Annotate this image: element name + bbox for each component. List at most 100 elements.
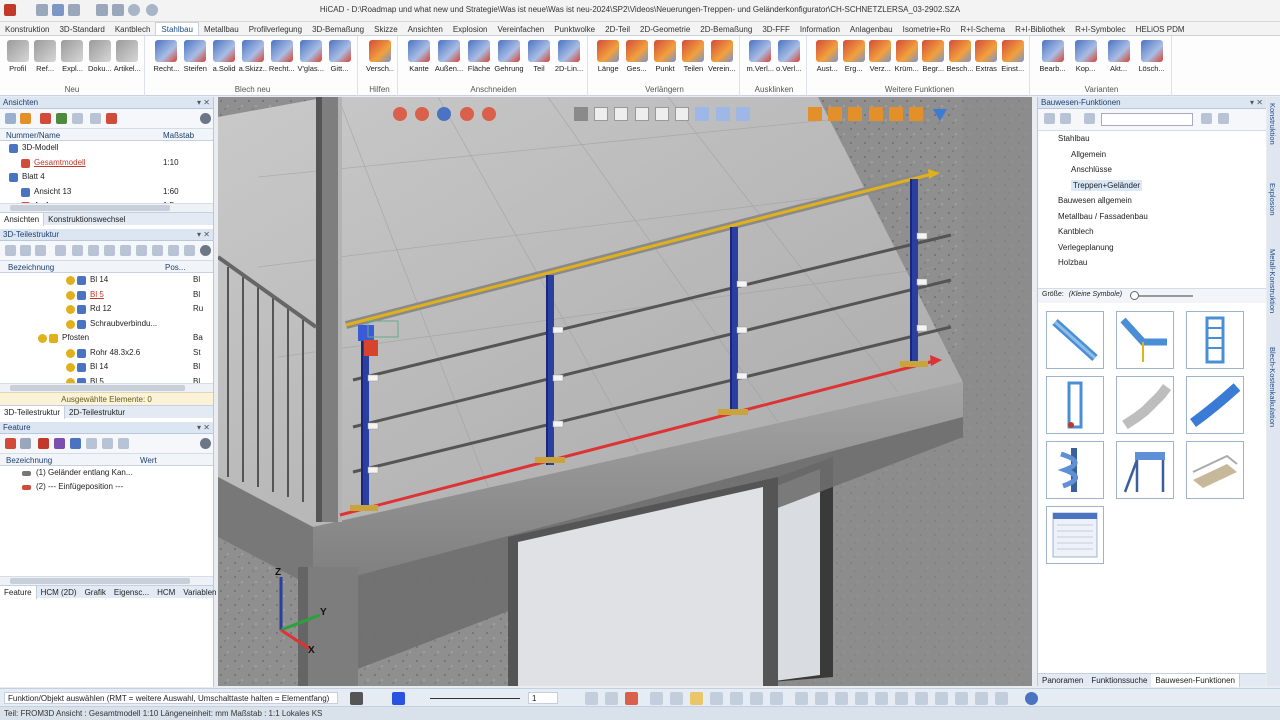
panel-tab[interactable]: Konstruktionswechsel bbox=[44, 213, 129, 226]
tool-icon[interactable] bbox=[72, 113, 83, 124]
ribbon-button[interactable]: Expl... bbox=[59, 39, 86, 79]
line-width[interactable]: 1 bbox=[528, 692, 558, 704]
snap-icon[interactable] bbox=[710, 692, 723, 705]
ribbon-button[interactable]: Besch... bbox=[947, 39, 973, 79]
ribbon-button[interactable]: Ref... bbox=[31, 39, 58, 79]
color-picker[interactable] bbox=[392, 692, 405, 705]
view-top-icon[interactable] bbox=[614, 107, 629, 121]
part-row[interactable]: Bl 5 Bl bbox=[0, 375, 213, 383]
tree-item[interactable]: Treppen+Geländer bbox=[1038, 178, 1266, 194]
tab-skizze[interactable]: Skizze bbox=[369, 23, 403, 35]
view-iso-icon[interactable] bbox=[695, 107, 710, 121]
magnifier-icon[interactable] bbox=[481, 107, 496, 121]
ribbon-button[interactable]: Punkt bbox=[651, 39, 679, 79]
ribbon-button[interactable]: Außen... bbox=[434, 39, 464, 79]
view-row[interactable]: Blatt 4 bbox=[0, 170, 213, 185]
tool-icon[interactable] bbox=[88, 245, 99, 256]
tab-explosion[interactable]: Explosion bbox=[448, 23, 493, 35]
ribbon-button[interactable]: Steifen bbox=[181, 39, 210, 79]
snap-icon[interactable] bbox=[625, 692, 638, 705]
tool-icon[interactable] bbox=[106, 113, 117, 124]
tree-item[interactable]: Allgemein bbox=[1038, 147, 1266, 163]
tool-icon[interactable] bbox=[152, 245, 163, 256]
stair-concrete-thumb[interactable] bbox=[1116, 376, 1174, 434]
snap-icon[interactable] bbox=[975, 692, 988, 705]
snap-icon[interactable] bbox=[815, 692, 828, 705]
zoom-window-icon[interactable] bbox=[459, 107, 474, 121]
ribbon-button[interactable]: Krüm... bbox=[894, 39, 921, 79]
ribbon-button[interactable]: Artikel... bbox=[114, 39, 141, 79]
snap-icon[interactable] bbox=[875, 692, 888, 705]
3d-scene[interactable]: Z Y X bbox=[218, 97, 1032, 686]
tool-icon[interactable] bbox=[184, 245, 195, 256]
tab-2d-bema-ung[interactable]: 2D-Bemaßung bbox=[695, 23, 757, 35]
view-back-icon[interactable] bbox=[675, 107, 690, 121]
tree-item[interactable]: Holzbau bbox=[1038, 255, 1266, 271]
view-front-icon[interactable] bbox=[594, 107, 609, 121]
tree-item[interactable]: Metallbau / Fassadenbau bbox=[1038, 209, 1266, 225]
snap-icon[interactable] bbox=[690, 692, 703, 705]
panel-tab[interactable]: Ansichten bbox=[0, 213, 45, 226]
snap-icon[interactable] bbox=[750, 692, 763, 705]
search-input[interactable] bbox=[1101, 113, 1193, 126]
part-row[interactable]: Pfosten Ba bbox=[0, 331, 213, 346]
tool-icon[interactable] bbox=[1060, 113, 1071, 124]
tool-icon[interactable] bbox=[70, 438, 81, 449]
snap-icon[interactable] bbox=[605, 692, 618, 705]
ribbon-button[interactable]: Einst... bbox=[1000, 39, 1027, 79]
tab-3d-bema-ung[interactable]: 3D-Bemaßung bbox=[307, 23, 369, 35]
tool-icon[interactable] bbox=[104, 245, 115, 256]
side-tab-blech[interactable]: Blech-Kostenkalkulation bbox=[1268, 347, 1277, 427]
tab-3d-fff[interactable]: 3D-FFF bbox=[757, 23, 795, 35]
configurator-dialog-thumb[interactable] bbox=[1046, 506, 1104, 564]
view-iso3-icon[interactable] bbox=[735, 107, 750, 121]
panel-tab[interactable]: HCM bbox=[153, 586, 179, 599]
tab-punktwolke[interactable]: Punktwolke bbox=[549, 23, 600, 35]
ribbon-button[interactable]: Gitt... bbox=[325, 39, 354, 79]
railing-thumb[interactable] bbox=[1186, 441, 1244, 499]
tool-icon[interactable] bbox=[1218, 113, 1229, 124]
part-row[interactable]: Rohr 48.3x2.6 St bbox=[0, 346, 213, 361]
refresh-icon[interactable] bbox=[1025, 692, 1038, 705]
slider-thumb[interactable] bbox=[1130, 291, 1139, 300]
tab-profilverlegung[interactable]: Profilverlegung bbox=[244, 23, 307, 35]
view-left-icon[interactable] bbox=[634, 107, 649, 121]
tab-kantblech[interactable]: Kantblech bbox=[110, 23, 156, 35]
snap-icon[interactable] bbox=[835, 692, 848, 705]
ribbon-button[interactable]: Profil bbox=[4, 39, 31, 79]
tree-item[interactable]: Anschlüsse bbox=[1038, 162, 1266, 178]
ribbon-button[interactable]: Lösch... bbox=[1135, 39, 1168, 79]
tool-icon[interactable] bbox=[102, 438, 113, 449]
tool-icon[interactable] bbox=[20, 245, 31, 256]
gear-icon[interactable] bbox=[200, 113, 211, 124]
tab-r-i-schema[interactable]: R+I-Schema bbox=[955, 23, 1010, 35]
line-style[interactable] bbox=[430, 698, 520, 699]
tab-anlagenbau[interactable]: Anlagenbau bbox=[845, 23, 898, 35]
view-row[interactable]: Ansicht 13 1:60 bbox=[0, 185, 213, 200]
ribbon-button[interactable]: a.Skizz... bbox=[239, 39, 267, 79]
stair-straight-thumb[interactable] bbox=[1046, 311, 1104, 369]
tool-icon[interactable] bbox=[20, 113, 31, 124]
tree-item[interactable]: Verlegeplanung bbox=[1038, 240, 1266, 256]
tool-icon[interactable] bbox=[90, 113, 101, 124]
shading-icon[interactable] bbox=[909, 107, 924, 121]
horizontal-scrollbar[interactable] bbox=[0, 383, 213, 392]
panel-tab[interactable]: Grafik bbox=[81, 586, 110, 599]
3d-viewport[interactable]: Z Y X bbox=[218, 97, 1032, 686]
tree-item[interactable]: Kantblech bbox=[1038, 224, 1266, 240]
platform-thumb[interactable] bbox=[1116, 441, 1174, 499]
feature-row[interactable]: (2) --- Einfügeposition --- bbox=[0, 480, 213, 494]
search-icon[interactable] bbox=[1084, 113, 1095, 124]
tab-metallbau[interactable]: Metallbau bbox=[199, 23, 244, 35]
ribbon-button[interactable]: m.Verl... bbox=[746, 39, 775, 79]
spiral-stair-thumb[interactable] bbox=[1046, 441, 1104, 499]
tool-icon[interactable] bbox=[72, 245, 83, 256]
view-row[interactable]: 3D-Modell bbox=[0, 141, 213, 156]
tab-ansichten[interactable]: Ansichten bbox=[403, 23, 448, 35]
ribbon-button[interactable]: Begr... bbox=[920, 39, 947, 79]
tab-stahlbau[interactable]: Stahlbau bbox=[155, 22, 200, 35]
horizontal-scrollbar[interactable] bbox=[0, 203, 213, 212]
ribbon-button[interactable]: Recht... bbox=[152, 39, 181, 79]
tool-icon[interactable] bbox=[54, 438, 65, 449]
filter-icon[interactable] bbox=[933, 109, 948, 121]
